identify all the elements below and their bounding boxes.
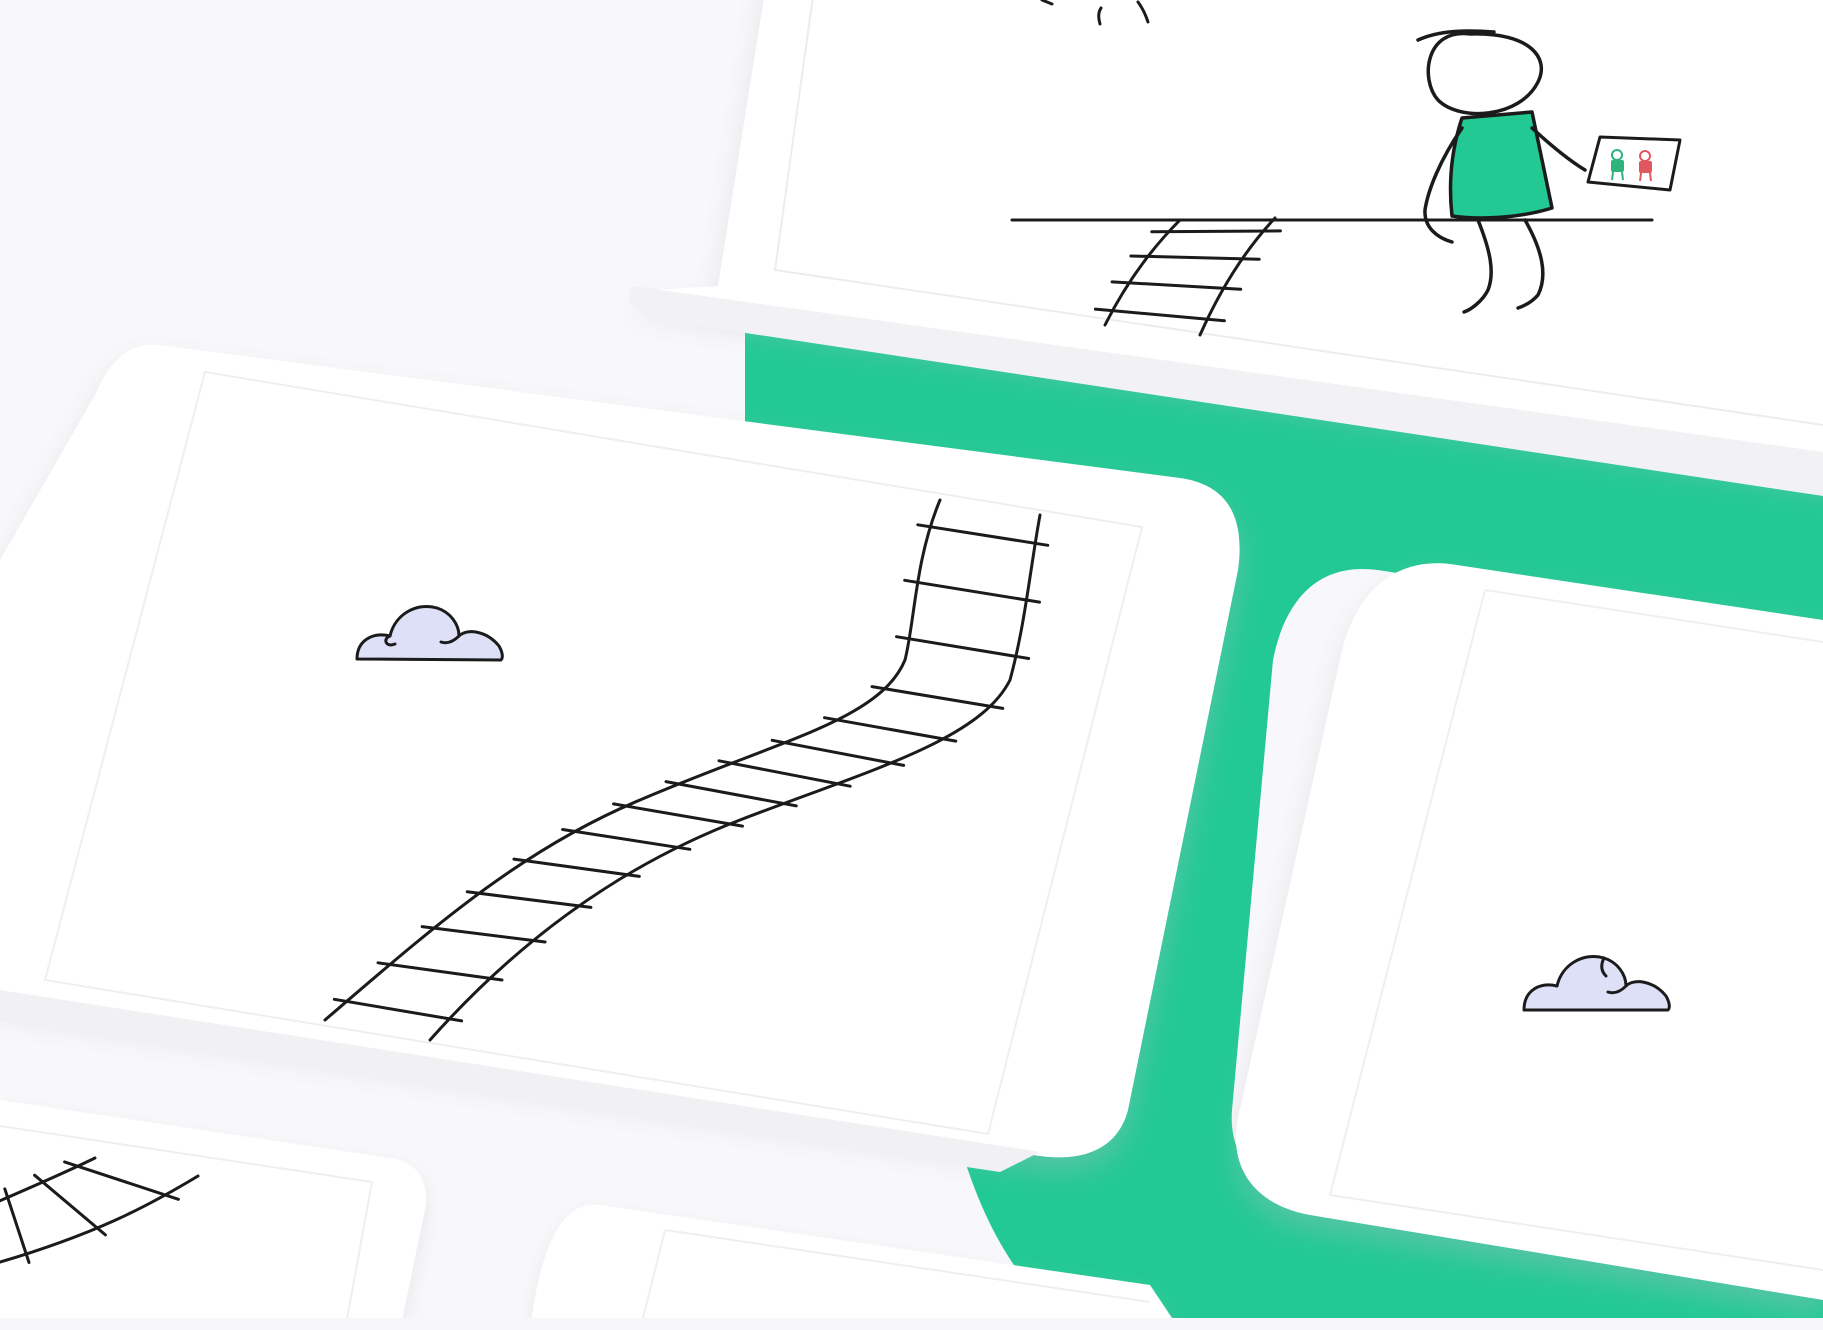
illustration-stage [0, 0, 1823, 1330]
figure-shirt [1448, 110, 1554, 220]
ladder-rung [1150, 229, 1282, 234]
onboarding-illustration [0, 0, 1823, 1330]
drawing-frame-icon [1586, 135, 1682, 192]
bottom-bar [0, 1318, 1823, 1330]
drawing-frame [1586, 135, 1682, 192]
